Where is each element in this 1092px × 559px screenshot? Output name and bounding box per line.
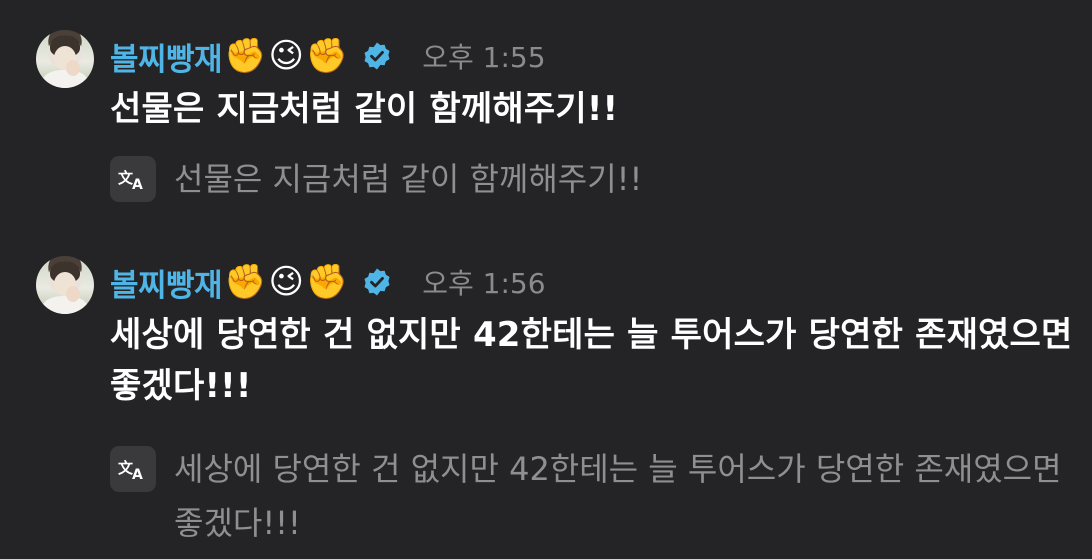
message-text: 선물은 지금처럼 같이 함께해주기!! bbox=[110, 89, 619, 129]
author-emoji-fist: ✊ bbox=[224, 36, 267, 76]
message-timestamp: 오후 1:56 bbox=[422, 267, 546, 300]
message-feed: 볼찌빵재 ✊ 😉 ✊ 오후 1:55 선물은 지금처럼 같이 함께해주기!! 文… bbox=[0, 0, 1092, 559]
message-timestamp: 오후 1:55 bbox=[422, 41, 546, 74]
message-header: 볼찌빵재 ✊ 😉 ✊ 오후 1:56 bbox=[110, 254, 546, 310]
author-emoji-wink: 😉 bbox=[268, 36, 304, 76]
author-emoji-fist: ✊ bbox=[224, 262, 267, 302]
svg-text:A: A bbox=[132, 467, 143, 483]
verified-badge-icon bbox=[362, 41, 392, 71]
author-name[interactable]: 볼찌빵재 bbox=[110, 260, 223, 305]
translate-icon[interactable]: 文 A bbox=[110, 156, 156, 202]
author-emoji-fist: ✊ bbox=[305, 262, 349, 302]
translated-text: 선물은 지금처럼 같이 함께해주기!! bbox=[174, 160, 643, 198]
author-emoji-fist: ✊ bbox=[305, 36, 349, 76]
svg-text:A: A bbox=[132, 177, 143, 193]
author-emoji-wink: 😉 bbox=[268, 262, 304, 302]
translated-text: 세상에 당연한 건 없지만 42한테는 늘 투어스가 당연한 존재였으면 좋겠다… bbox=[174, 450, 1062, 542]
message-text: 세상에 당연한 건 없지만 42한테는 늘 투어스가 당연한 존재였으면 좋겠다… bbox=[110, 315, 1073, 406]
avatar[interactable] bbox=[36, 30, 94, 88]
translate-icon[interactable]: 文 A bbox=[110, 446, 156, 492]
verified-badge-icon bbox=[362, 267, 392, 297]
avatar[interactable] bbox=[36, 256, 94, 314]
author-name[interactable]: 볼찌빵재 bbox=[110, 34, 223, 79]
message-header: 볼찌빵재 ✊ 😉 ✊ 오후 1:55 bbox=[110, 28, 546, 84]
